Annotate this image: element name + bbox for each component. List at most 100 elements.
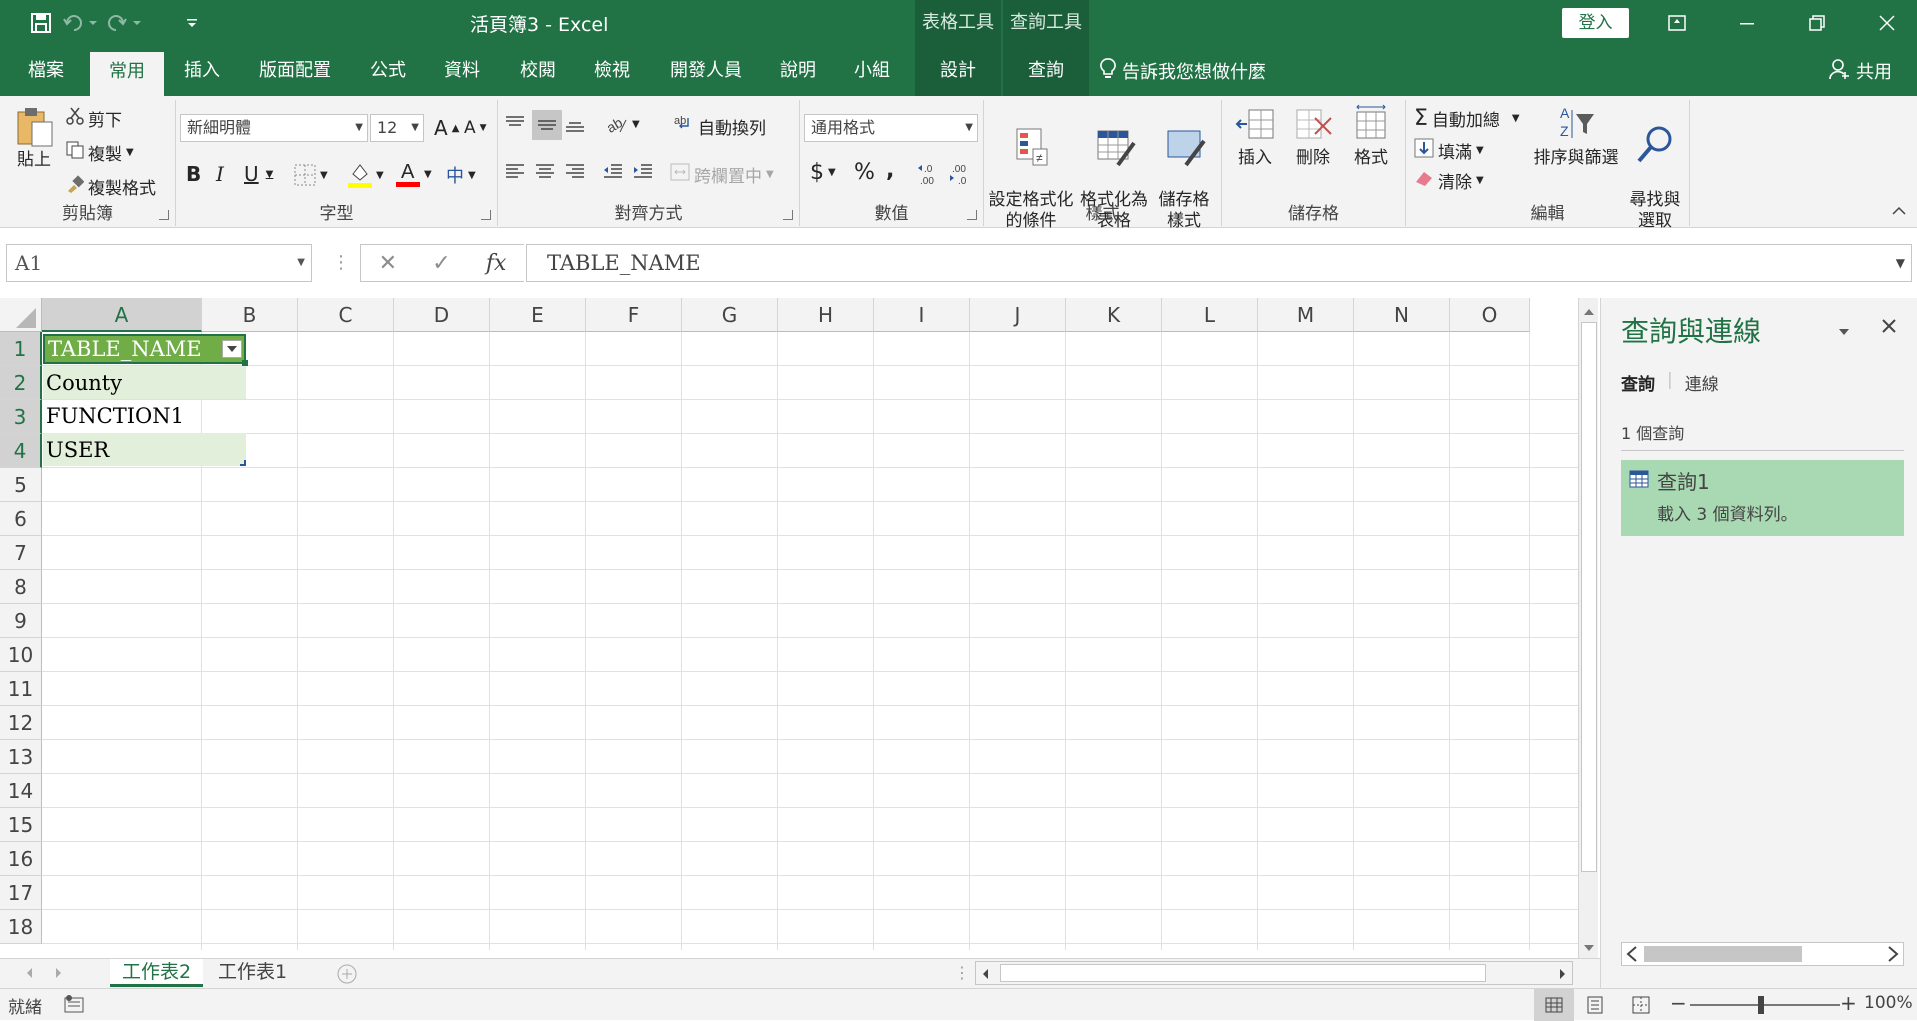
- align-center-icon[interactable]: [534, 162, 556, 182]
- save-icon[interactable]: [26, 8, 56, 38]
- row-header[interactable]: 5: [0, 468, 42, 502]
- vertical-scroll-thumb[interactable]: [1581, 322, 1597, 872]
- column-header[interactable]: F: [586, 298, 682, 332]
- select-all-corner[interactable]: [0, 298, 42, 332]
- tab-developer[interactable]: 開發人員: [660, 46, 752, 96]
- percent-icon[interactable]: %: [854, 160, 875, 185]
- align-left-icon[interactable]: [504, 162, 526, 182]
- column-header[interactable]: L: [1162, 298, 1258, 332]
- row-header[interactable]: 7: [0, 536, 42, 570]
- column-header[interactable]: J: [970, 298, 1066, 332]
- align-right-icon[interactable]: [564, 162, 586, 182]
- wrap-text-button[interactable]: ab 自動換列: [674, 114, 766, 139]
- pane-options-icon[interactable]: [1837, 322, 1851, 341]
- row-header[interactable]: 17: [0, 876, 42, 910]
- vertical-scrollbar[interactable]: [1578, 298, 1598, 958]
- sort-filter-button[interactable]: AZ 排序與篩選: [1532, 104, 1620, 169]
- pane-horizontal-scrollbar[interactable]: [1621, 942, 1904, 966]
- zoom-level[interactable]: 100%: [1864, 993, 1913, 1013]
- table-header-cell[interactable]: TABLE_NAME: [43, 334, 246, 364]
- shrink-font-icon[interactable]: A ▼: [464, 118, 487, 138]
- font-size-combo[interactable]: 12 ▼: [370, 114, 424, 142]
- font-launcher-icon[interactable]: [481, 210, 491, 220]
- format-cells-button[interactable]: 格式: [1344, 104, 1398, 169]
- bold-icon[interactable]: B: [186, 162, 201, 186]
- alignment-launcher-icon[interactable]: [783, 210, 793, 220]
- merge-center-button[interactable]: 跨欄置中 ▼: [670, 162, 774, 187]
- hscroll-left-icon[interactable]: [980, 966, 990, 985]
- tab-help[interactable]: 說明: [768, 46, 828, 96]
- autosum-button[interactable]: Σ 自動加總 ▼: [1414, 106, 1520, 131]
- tab-file[interactable]: 檔案: [14, 46, 78, 96]
- tab-home[interactable]: 常用: [90, 52, 164, 96]
- zoom-in-icon[interactable]: +: [1840, 991, 1857, 1015]
- scroll-up-icon[interactable]: [1582, 302, 1596, 321]
- fill-button[interactable]: 填滿 ▼: [1414, 138, 1484, 163]
- normal-view-icon[interactable]: [1534, 989, 1574, 1021]
- pane-close-icon[interactable]: [1881, 318, 1897, 338]
- page-break-view-icon[interactable]: [1632, 996, 1650, 1019]
- cut-button[interactable]: 剪下: [66, 106, 122, 131]
- filter-dropdown-icon[interactable]: [222, 340, 242, 358]
- worksheet-grid[interactable]: ABCDEFGHIJKLMNO 1 2 3 4 5 6 7 8 9 10 11 12 13 14 15 16 1…: [0, 298, 1578, 950]
- formula-bar-grip-icon[interactable]: ⋮: [332, 252, 350, 273]
- zoom-out-icon[interactable]: −: [1670, 991, 1687, 1015]
- table-resize-handle[interactable]: [240, 460, 246, 466]
- scroll-right-icon[interactable]: [1887, 946, 1899, 966]
- increase-decimal-icon[interactable]: .0.00: [918, 162, 944, 186]
- format-painter-button[interactable]: 複製格式: [66, 174, 156, 199]
- row-header[interactable]: 11: [0, 672, 42, 706]
- tab-view[interactable]: 檢視: [582, 46, 642, 96]
- tab-data[interactable]: 資料: [432, 46, 492, 96]
- tell-me-box[interactable]: 告訴我您想做什麼: [1100, 46, 1266, 96]
- decrease-decimal-icon[interactable]: .00.0: [950, 162, 976, 186]
- row-header[interactable]: 9: [0, 604, 42, 638]
- ribbon-display-options-icon[interactable]: [1652, 6, 1702, 40]
- align-bottom-icon[interactable]: [564, 114, 586, 134]
- column-header[interactable]: M: [1258, 298, 1354, 332]
- align-top-icon[interactable]: [504, 114, 526, 134]
- column-header[interactable]: O: [1450, 298, 1530, 332]
- undo-icon[interactable]: [60, 8, 100, 38]
- redo-icon[interactable]: [104, 8, 144, 38]
- row-header[interactable]: 2: [0, 366, 42, 400]
- cancel-entry-icon[interactable]: ✕: [379, 251, 397, 276]
- currency-icon[interactable]: $ ▼: [810, 160, 836, 185]
- column-header[interactable]: N: [1354, 298, 1450, 332]
- fill-color-icon[interactable]: ▼: [348, 162, 384, 188]
- confirm-entry-icon[interactable]: ✓: [432, 251, 450, 276]
- font-name-combo[interactable]: 新細明體 ▼: [180, 114, 368, 142]
- pane-scroll-thumb[interactable]: [1644, 946, 1802, 962]
- customize-qat-icon[interactable]: [182, 8, 202, 38]
- number-format-combo[interactable]: 通用格式 ▼: [804, 114, 978, 142]
- tab-team[interactable]: 小組: [842, 46, 902, 96]
- table-row[interactable]: USER: [43, 433, 246, 466]
- macro-record-icon[interactable]: [64, 995, 84, 1018]
- scroll-down-icon[interactable]: [1582, 938, 1596, 957]
- tab-query[interactable]: 查詢: [1003, 46, 1089, 96]
- hscroll-right-icon[interactable]: [1558, 966, 1568, 985]
- align-middle-icon[interactable]: [532, 110, 562, 140]
- new-sheet-icon[interactable]: [336, 963, 358, 989]
- horizontal-scrollbar[interactable]: [975, 961, 1573, 985]
- tab-review[interactable]: 校閱: [508, 46, 568, 96]
- comma-style-icon[interactable]: ,: [886, 158, 894, 183]
- column-header[interactable]: H: [778, 298, 874, 332]
- clipboard-launcher-icon[interactable]: [159, 210, 169, 220]
- font-color-icon[interactable]: A ▼: [396, 160, 432, 188]
- increase-indent-icon[interactable]: [632, 162, 654, 182]
- row-header[interactable]: 10: [0, 638, 42, 672]
- sheet-tab-1[interactable]: 工作表1: [206, 959, 299, 987]
- tab-insert[interactable]: 插入: [172, 46, 232, 96]
- tab-page-layout[interactable]: 版面配置: [250, 46, 340, 96]
- column-header[interactable]: E: [490, 298, 586, 332]
- table-row[interactable]: County: [43, 366, 246, 399]
- row-header[interactable]: 14: [0, 774, 42, 808]
- phonetic-icon[interactable]: 中 ▼: [446, 162, 476, 188]
- row-header[interactable]: 1: [0, 332, 42, 366]
- restore-icon[interactable]: [1792, 6, 1842, 40]
- collapse-ribbon-icon[interactable]: [1892, 206, 1906, 216]
- column-header[interactable]: D: [394, 298, 490, 332]
- scroll-left-icon[interactable]: [1626, 946, 1638, 966]
- name-box[interactable]: A1 ▼: [6, 244, 312, 282]
